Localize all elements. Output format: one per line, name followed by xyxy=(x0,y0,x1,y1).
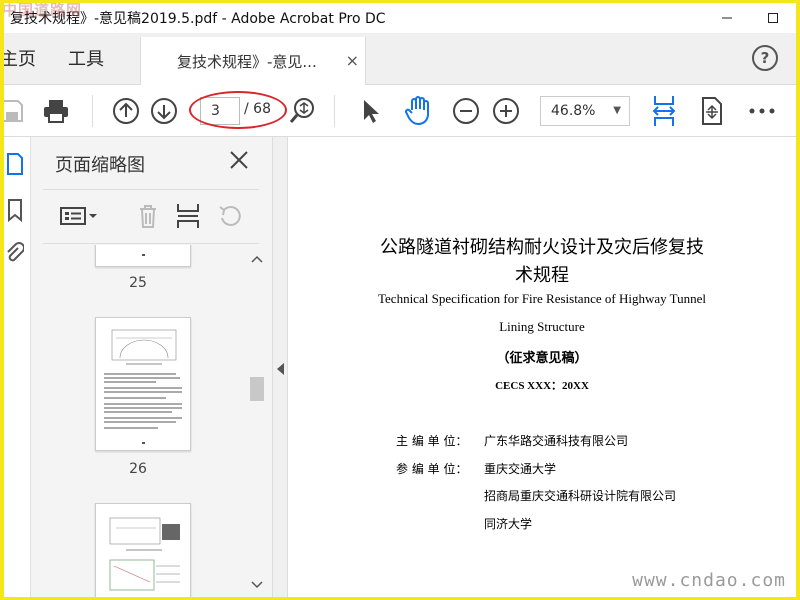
divider xyxy=(43,189,259,190)
zoom-in-icon[interactable] xyxy=(490,95,522,127)
chevron-up-icon xyxy=(251,255,263,263)
insert-page-icon[interactable] xyxy=(175,201,201,231)
divider xyxy=(43,243,259,244)
toolbar-divider xyxy=(334,95,335,127)
page-down-icon[interactable] xyxy=(148,95,180,127)
document-draft-note: （征求意见稿） xyxy=(496,351,588,366)
thumbnail-options-icon[interactable] xyxy=(59,201,99,231)
zoom-select[interactable]: 46.8% ▼ xyxy=(540,96,630,126)
title-bar: 中国道路网 复技术规程》-意见稿2019.5.pdf - Adobe Acrob… xyxy=(4,3,796,33)
zoom-value: 46.8% xyxy=(551,103,596,119)
chevron-down-icon xyxy=(251,581,263,589)
panel-collapse-handle[interactable] xyxy=(272,137,288,597)
thumbnails-panel: 页面缩略图 25 26 xyxy=(30,137,272,597)
toolbar-divider xyxy=(92,95,93,127)
document-english-title-line2: Lining Structure xyxy=(499,319,585,334)
save-icon[interactable] xyxy=(4,95,28,127)
editor-label: 主 编 单 位： xyxy=(396,434,468,448)
scroll-thumb[interactable] xyxy=(250,377,264,401)
close-panel-icon[interactable] xyxy=(228,149,250,171)
tab-bar: 主页 工具 复技术规程》-意见... × ? xyxy=(4,33,796,85)
page-thumbnail[interactable] xyxy=(95,503,191,597)
thumbnail-page-number: 26 xyxy=(129,461,147,477)
hand-tool-icon[interactable] xyxy=(402,95,434,127)
zoom-search-icon[interactable] xyxy=(286,95,318,127)
thumbnail-page-content xyxy=(109,517,180,591)
participant-label: 参 编 单 位： xyxy=(396,462,468,476)
help-icon[interactable]: ? xyxy=(752,45,778,71)
document-view[interactable]: 公路隧道衬砌结构耐火设计及灾后修复技 术规程 Technical Specifi… xyxy=(288,137,796,597)
print-icon[interactable] xyxy=(40,95,72,127)
attachment-icon[interactable] xyxy=(4,241,26,267)
document-code: CECS XXX：20XX xyxy=(495,380,589,392)
site-watermark: www.cndao.com xyxy=(632,570,786,591)
window-controls xyxy=(704,3,796,33)
thumbnail-list: 25 26 xyxy=(31,245,245,597)
select-arrow-icon[interactable] xyxy=(354,95,386,127)
panel-title: 页面缩略图 xyxy=(55,155,145,176)
acrobat-window: 中国道路网 复技术规程》-意见稿2019.5.pdf - Adobe Acrob… xyxy=(4,3,796,597)
page-thumbnail[interactable] xyxy=(95,245,191,267)
zoom-out-icon[interactable] xyxy=(450,95,482,127)
document-english-title-line1: Technical Specification for Fire Resista… xyxy=(378,291,706,306)
more-icon[interactable] xyxy=(746,95,778,127)
participant-org: 同济大学 xyxy=(484,517,533,531)
minimize-button[interactable] xyxy=(704,3,750,33)
editor-org: 广东华路交通科技有限公司 xyxy=(484,434,629,448)
scroll-mode-icon[interactable] xyxy=(696,95,728,127)
document-title-line1: 公路隧道衬砌结构耐火设计及灾后修复技 xyxy=(380,237,704,258)
thumbnail-page-number: 25 xyxy=(129,275,147,291)
participant-org: 招商局重庆交通科研设计院有限公司 xyxy=(484,489,677,503)
page-thumbnail[interactable] xyxy=(95,317,191,451)
document-tab[interactable]: 复技术规程》-意见... × xyxy=(140,37,366,85)
page-thumbnails-icon[interactable] xyxy=(4,151,26,177)
close-tab-icon[interactable]: × xyxy=(346,51,359,70)
nav-tools[interactable]: 工具 xyxy=(68,45,104,71)
highlight-annotation xyxy=(189,91,287,129)
maximize-icon xyxy=(768,13,778,23)
maximize-button[interactable] xyxy=(750,3,796,33)
fit-page-icon[interactable] xyxy=(648,95,680,127)
document-title-line2: 术规程 xyxy=(515,265,569,286)
bookmark-icon[interactable] xyxy=(4,197,26,223)
collapse-arrow-icon xyxy=(277,363,284,375)
minimize-icon xyxy=(722,17,732,19)
delete-icon[interactable] xyxy=(135,201,161,231)
nav-home[interactable]: 主页 xyxy=(4,45,36,71)
participant-org: 重庆交通大学 xyxy=(484,462,557,476)
panel-toolbar xyxy=(31,197,273,237)
left-rail xyxy=(4,137,30,597)
watermark-logo: 中国道路网 xyxy=(4,3,83,19)
document-tab-label: 复技术规程》-意见... xyxy=(177,52,317,71)
rotate-icon[interactable] xyxy=(217,201,243,231)
thumbnail-page-content xyxy=(104,329,182,444)
chevron-down-icon: ▼ xyxy=(613,105,621,116)
thumbnail-scrollbar[interactable] xyxy=(247,245,267,597)
page-up-icon[interactable] xyxy=(110,95,142,127)
toolbar: 3 / 68 46.8% ▼ xyxy=(4,85,796,137)
